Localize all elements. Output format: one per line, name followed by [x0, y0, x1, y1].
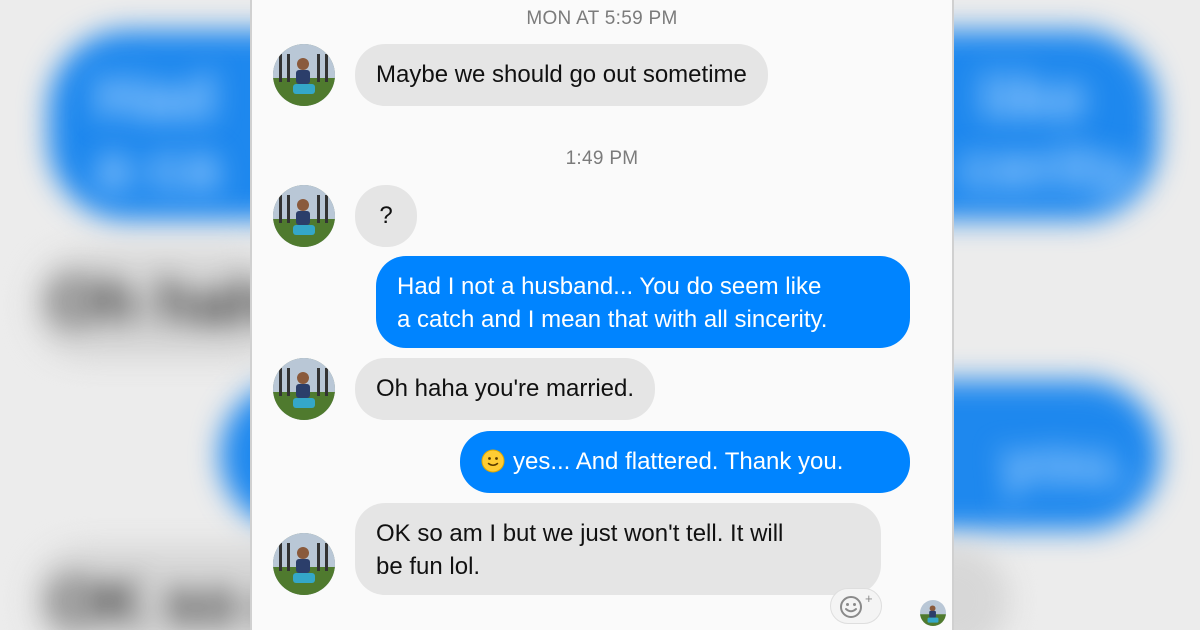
contact-avatar[interactable]	[273, 44, 335, 106]
read-receipt-avatar	[920, 600, 946, 626]
message-bubble-incoming[interactable]: Maybe we should go out sometime	[355, 44, 768, 106]
blurred-text: cerity.	[960, 131, 1144, 203]
message-text-line: OK so am I but we just won't tell. It wi…	[376, 520, 784, 547]
message-text: ?	[379, 202, 393, 229]
chat-panel: MON AT 5:59 PM Maybe we should go out so…	[250, 0, 954, 630]
message-text: Oh haha you're married.	[376, 375, 635, 402]
message-bubble-incoming[interactable]: ?	[355, 185, 417, 247]
slightly-smiling-face-icon	[481, 449, 505, 473]
blurred-text: you.	[1000, 426, 1132, 498]
message-bubble-incoming[interactable]: OK so am I but we just won't tell. It wi…	[355, 503, 881, 595]
contact-avatar[interactable]	[273, 185, 335, 247]
message-bubble-outgoing[interactable]: yes... And flattered. Thank you.	[460, 431, 910, 493]
contact-avatar[interactable]	[273, 533, 335, 595]
message-text-line: Had I not a husband... You do seem like	[397, 273, 822, 300]
add-reaction-button[interactable]: +	[830, 588, 882, 624]
add-reaction-icon: +	[840, 592, 873, 618]
timestamp: MON AT 5:59 PM	[526, 8, 678, 29]
message-text: Maybe we should go out sometime	[376, 61, 747, 88]
message-text-line: a catch and I mean that with all sinceri…	[397, 306, 828, 333]
blurred-text: like	[980, 61, 1087, 133]
blurred-text: a ca	[95, 131, 220, 203]
message-text: yes... And flattered. Thank you.	[513, 448, 844, 475]
message-bubble-incoming[interactable]: Oh haha you're married.	[355, 358, 656, 420]
plus-symbol: +	[865, 592, 873, 606]
contact-avatar[interactable]	[273, 358, 335, 420]
timestamp: 1:49 PM	[565, 148, 639, 169]
blurred-text: Had	[95, 61, 216, 133]
message-bubble-outgoing[interactable]: Had I not a husband... You do seem like …	[376, 256, 910, 348]
message-text-line: be fun lol.	[376, 553, 481, 580]
